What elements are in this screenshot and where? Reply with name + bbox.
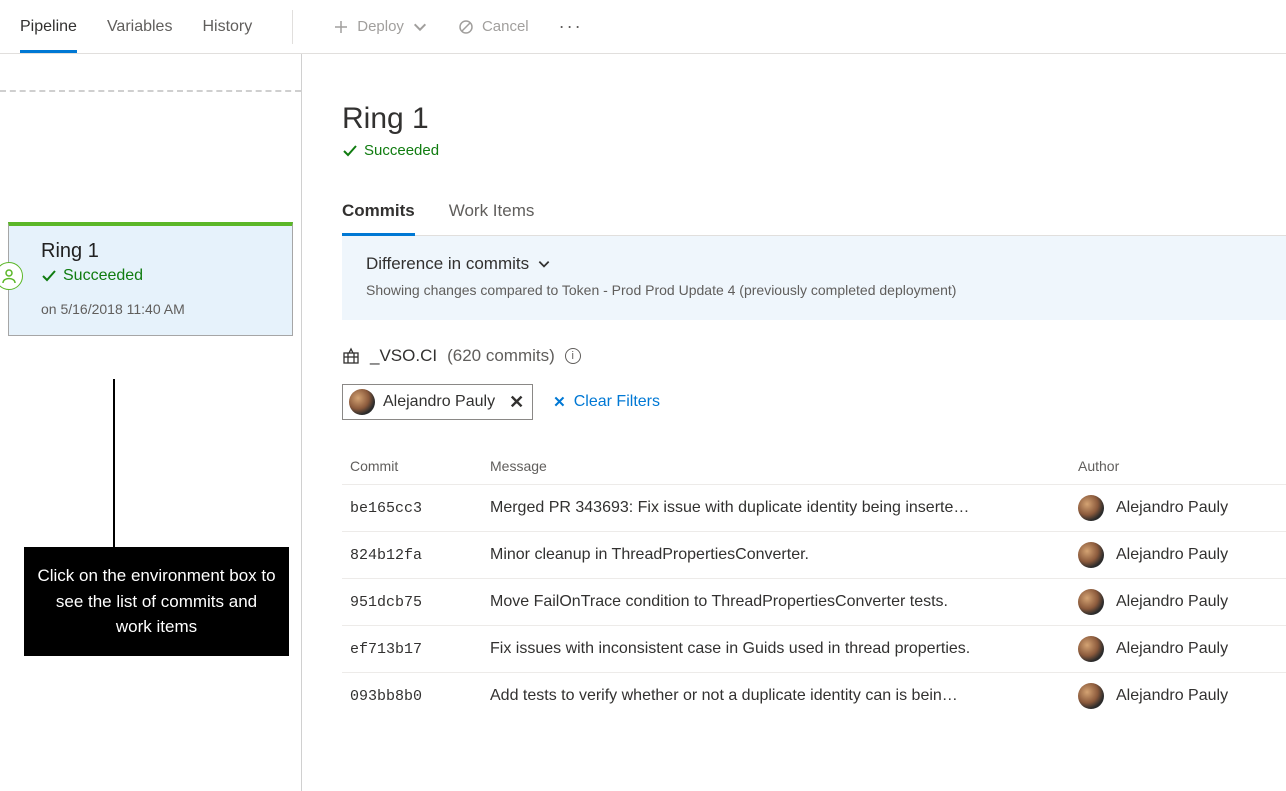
close-icon[interactable]: ✕: [503, 392, 524, 413]
avatar: [1078, 683, 1104, 709]
env-title: Ring 1: [41, 240, 276, 263]
deploy-button[interactable]: Deploy: [333, 18, 428, 35]
commit-author: Alejandro Pauly: [1078, 589, 1278, 615]
diff-banner-title: Difference in commits: [366, 254, 1262, 274]
clear-filters-button[interactable]: ✕ Clear Filters: [553, 393, 660, 411]
callout-tooltip: Click on the environment box to see the …: [24, 547, 289, 656]
filter-chip-author[interactable]: Alejandro Pauly ✕: [342, 384, 533, 420]
tab-history[interactable]: History: [202, 0, 252, 53]
avatar: [1078, 495, 1104, 521]
commit-author: Alejandro Pauly: [1078, 495, 1278, 521]
commit-hash: ef713b17: [350, 641, 490, 658]
check-icon: [342, 143, 358, 159]
top-bar: Pipeline Variables History Deploy Cancel…: [0, 0, 1286, 54]
col-header-author: Author: [1078, 458, 1278, 474]
author-name: Alejandro Pauly: [1116, 640, 1228, 658]
commit-hash: be165cc3: [350, 500, 490, 517]
table-row[interactable]: 093bb8b0 Add tests to verify whether or …: [342, 672, 1286, 719]
check-icon: [41, 268, 57, 284]
commit-message: Fix issues with inconsistent case in Gui…: [490, 640, 1078, 658]
env-status: Succeeded: [41, 267, 276, 285]
commit-hash: 093bb8b0: [350, 688, 490, 705]
col-header-message: Message: [490, 458, 1078, 474]
repo-icon: [342, 347, 360, 365]
chevron-down-icon: [412, 19, 428, 35]
detail-title: Ring 1: [342, 102, 1286, 136]
right-pane: Ring 1 Succeeded Commits Work Items Diff…: [302, 54, 1286, 791]
cancel-icon: [458, 19, 474, 35]
detail-status-text: Succeeded: [364, 142, 439, 159]
table-row[interactable]: ef713b17 Fix issues with inconsistent ca…: [342, 625, 1286, 672]
sub-tabs: Commits Work Items: [342, 193, 1286, 236]
top-tabs: Pipeline Variables History: [20, 0, 252, 53]
close-icon: ✕: [553, 393, 566, 411]
avatar: [349, 389, 375, 415]
diff-banner[interactable]: Difference in commits Showing changes co…: [342, 236, 1286, 320]
author-name: Alejandro Pauly: [1116, 546, 1228, 564]
person-badge-icon: [0, 262, 23, 290]
subtab-work-items[interactable]: Work Items: [449, 193, 535, 236]
filter-chip-label: Alejandro Pauly: [383, 393, 495, 411]
cancel-button[interactable]: Cancel: [458, 18, 529, 35]
commit-author: Alejandro Pauly: [1078, 636, 1278, 662]
commit-message: Merged PR 343693: Fix issue with duplica…: [490, 499, 1078, 517]
commit-hash: 824b12fa: [350, 547, 490, 564]
diff-banner-subtitle: Showing changes compared to Token - Prod…: [366, 282, 1262, 298]
cancel-label: Cancel: [482, 18, 529, 35]
author-name: Alejandro Pauly: [1116, 687, 1228, 705]
commit-message: Add tests to verify whether or not a dup…: [490, 687, 1078, 705]
deploy-label: Deploy: [357, 18, 404, 35]
chevron-down-icon: [537, 257, 551, 271]
more-menu[interactable]: ···: [559, 16, 583, 37]
commit-message: Move FailOnTrace condition to ThreadProp…: [490, 593, 1078, 611]
clear-filters-label: Clear Filters: [574, 393, 660, 411]
repo-line: _VSO.CI (620 commits) i: [342, 346, 1286, 366]
commit-message: Minor cleanup in ThreadPropertiesConvert…: [490, 546, 1078, 564]
filter-row: Alejandro Pauly ✕ ✕ Clear Filters: [342, 384, 1286, 420]
repo-name: _VSO.CI: [370, 346, 437, 366]
avatar: [1078, 542, 1104, 568]
repo-commit-count: (620 commits): [447, 346, 555, 366]
env-date: on 5/16/2018 11:40 AM: [41, 301, 276, 317]
left-pane: Ring 1 Succeeded on 5/16/2018 11:40 AM C…: [0, 54, 302, 791]
commit-author: Alejandro Pauly: [1078, 683, 1278, 709]
table-row[interactable]: 951dcb75 Move FailOnTrace condition to T…: [342, 578, 1286, 625]
toolbar-divider: [292, 10, 293, 44]
stage-connector-line: [0, 90, 301, 92]
avatar: [1078, 589, 1104, 615]
detail-status: Succeeded: [342, 142, 1286, 159]
tab-pipeline[interactable]: Pipeline: [20, 0, 77, 53]
table-row[interactable]: be165cc3 Merged PR 343693: Fix issue wit…: [342, 484, 1286, 531]
env-status-text: Succeeded: [63, 267, 143, 285]
avatar: [1078, 636, 1104, 662]
subtab-commits[interactable]: Commits: [342, 193, 415, 236]
callout-connector: [113, 379, 115, 549]
author-name: Alejandro Pauly: [1116, 499, 1228, 517]
diff-banner-title-text: Difference in commits: [366, 254, 529, 274]
tab-variables[interactable]: Variables: [107, 0, 173, 53]
commit-table-header: Commit Message Author: [342, 452, 1286, 484]
commit-table: Commit Message Author be165cc3 Merged PR…: [342, 452, 1286, 719]
plus-icon: [333, 19, 349, 35]
table-row[interactable]: 824b12fa Minor cleanup in ThreadProperti…: [342, 531, 1286, 578]
info-icon[interactable]: i: [565, 348, 581, 364]
col-header-commit: Commit: [350, 458, 490, 474]
commit-author: Alejandro Pauly: [1078, 542, 1278, 568]
commit-hash: 951dcb75: [350, 594, 490, 611]
author-name: Alejandro Pauly: [1116, 593, 1228, 611]
environment-card-ring1[interactable]: Ring 1 Succeeded on 5/16/2018 11:40 AM: [8, 222, 293, 336]
